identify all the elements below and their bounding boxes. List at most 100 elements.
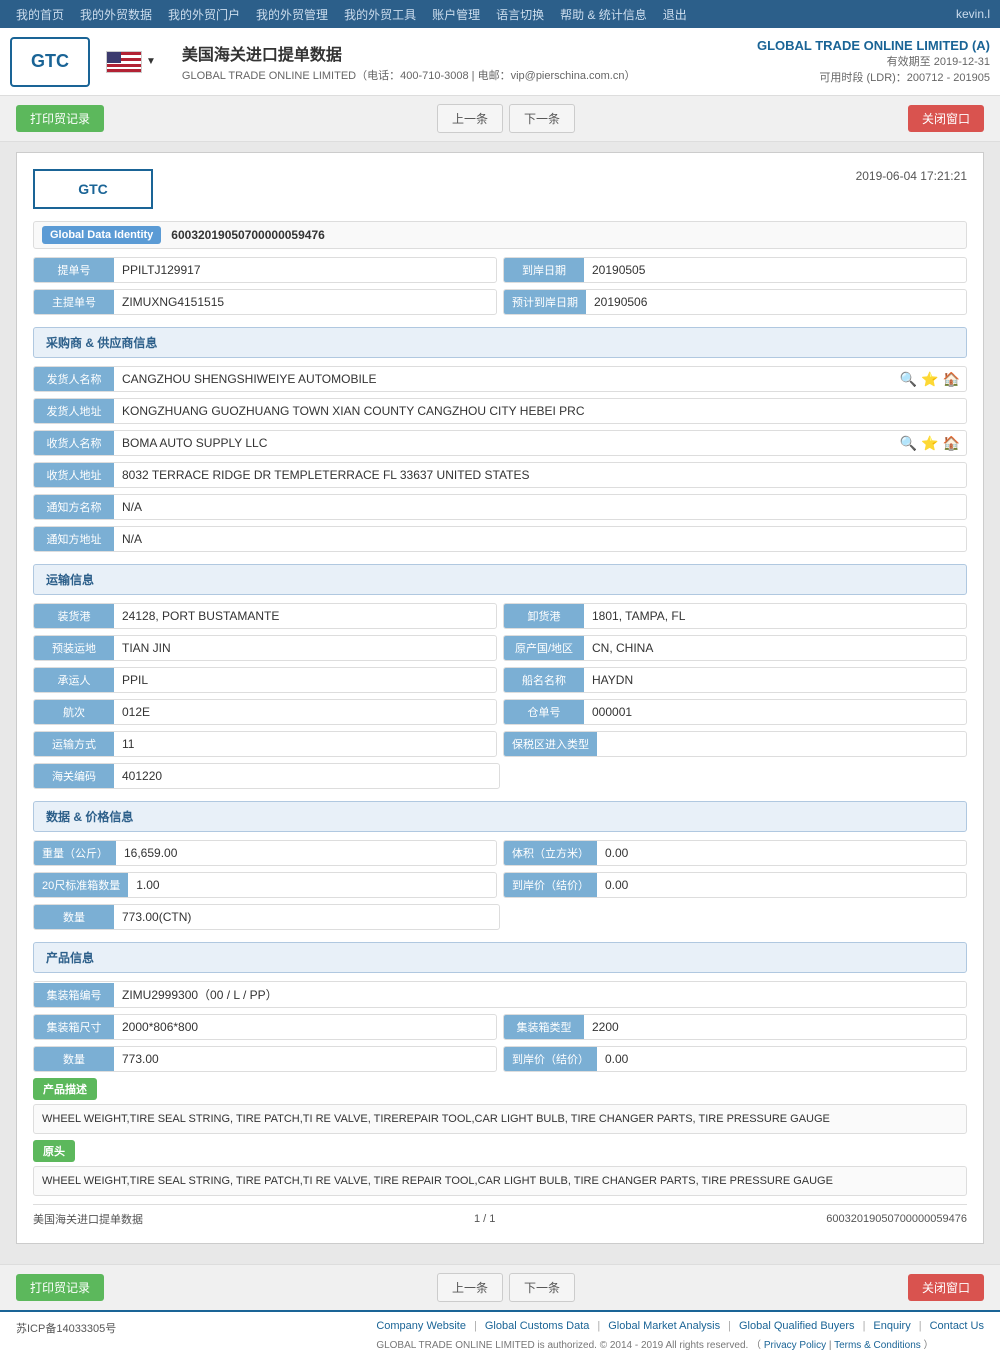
top-close-button[interactable]: 关闭窗口 [908,105,984,132]
us-flag [106,51,142,73]
original-value: WHEEL WEIGHT,TIRE SEAL STRING, TIRE PATC… [33,1166,967,1196]
nav-home[interactable]: 我的首页 [10,6,70,23]
transport-section-header: 运输信息 [33,564,967,595]
container-type-label: 集装箱类型 [504,1015,584,1039]
bottom-next-button[interactable]: 下一条 [509,1273,575,1302]
customs-label: 海关编码 [34,764,114,788]
valid-until: 有效期至 2019-12-31 [757,53,990,69]
privacy-policy-link[interactable]: Privacy Policy [764,1340,826,1351]
consignee-icons: 🔍 ⭐ 🏠 [894,435,966,452]
nav-language[interactable]: 语言切换 [490,6,550,23]
search-icon[interactable]: 🔍 [900,371,917,388]
notify-name-label: 通知方名称 [34,495,114,519]
container-type-value: 2200 [584,1016,966,1038]
footer-link-customs[interactable]: Global Customs Data [485,1320,590,1332]
notify-addr-value: N/A [114,528,966,550]
gdi-label: Global Data Identity [42,226,161,244]
main-content: GTC 2019-06-04 17:21:21 Global Data Iden… [0,142,1000,1264]
nav-trade-data[interactable]: 我的外贸数据 [74,6,158,23]
star-icon-2[interactable]: ⭐ [921,435,938,452]
consignee-name-value: BOMA AUTO SUPPLY LLC [114,432,894,454]
transport-row4: 航次 012E 仓单号 000001 [33,699,967,725]
nav-logout[interactable]: 退出 [657,6,693,23]
site-footer: 苏ICP备14033305号 Company Website | Global … [0,1310,1000,1359]
consignee-name-label: 收货人名称 [34,431,114,455]
footer-link-enquiry[interactable]: Enquiry [873,1320,910,1332]
bonded-field: 保税区进入类型 [503,731,967,757]
notify-addr-label: 通知方地址 [34,527,114,551]
footer-copyright: GLOBAL TRADE ONLINE LIMITED is authorize… [376,1336,984,1351]
prod-arrival-price-label: 到岸价（结价） [504,1047,597,1071]
qty-label: 数量 [34,905,114,929]
gdi-value: 60032019050700000059476 [171,228,325,242]
footer-link-buyers[interactable]: Global Qualified Buyers [739,1320,855,1332]
weight-value: 16,659.00 [116,842,496,864]
nav-help[interactable]: 帮助 & 统计信息 [554,6,653,23]
user-info: kevin.l [956,7,990,21]
nav-management[interactable]: 我的外贸管理 [250,6,334,23]
bottom-prev-button[interactable]: 上一条 [437,1273,503,1302]
shipper-name-value: CANGZHOU SHENGSHIWEIYE AUTOMOBILE [114,368,894,390]
top-next-button[interactable]: 下一条 [509,104,575,133]
container-no-label: 集装箱编号 [34,983,114,1007]
prod-qty-label: 数量 [34,1047,114,1071]
unload-port-field: 卸货港 1801, TAMPA, FL [503,603,967,629]
container20-value: 1.00 [128,874,496,896]
icp-number: 苏ICP备14033305号 [16,1320,116,1336]
gdi-row: Global Data Identity 6003201905070000005… [33,221,967,249]
dp-arrival-price-label: 到岸价（结价） [504,873,597,897]
arrive-date-value: 20190505 [584,259,966,281]
prod-arrival-price-value: 0.00 [597,1048,966,1070]
transport-row3: 承运人 PPIL 船名名称 HAYDN [33,667,967,693]
arrive-date-label: 到岸日期 [504,258,584,282]
nav-portal[interactable]: 我的外贸门户 [162,6,246,23]
origin-field: 原产国/地区 CN, CHINA [503,635,967,661]
container-row2: 集装箱尺寸 2000*806*800 集装箱类型 2200 [33,1014,967,1040]
qty-field: 数量 773.00(CTN) [33,904,500,930]
top-print-button[interactable]: 打印贸记录 [16,105,104,132]
vessel-label: 船名名称 [504,668,584,692]
customs-value: 401220 [114,765,499,787]
search-icon-2[interactable]: 🔍 [900,435,917,452]
nav-tools[interactable]: 我的外贸工具 [338,6,422,23]
data-price-section-header: 数据 & 价格信息 [33,801,967,832]
footer-link-market[interactable]: Global Market Analysis [608,1320,720,1332]
flag-area: ▼ [106,51,156,73]
flag-dropdown-icon[interactable]: ▼ [146,56,156,67]
home-icon[interactable]: 🏠 [943,371,960,388]
original-label-btn: 原头 [33,1140,75,1162]
terms-link[interactable]: Terms & Conditions [834,1340,921,1351]
volume-label: 体积（立方米） [504,841,597,865]
original-header-row: 原头 [33,1140,967,1162]
bottom-print-button[interactable]: 打印贸记录 [16,1274,104,1301]
bill-no-value: PPILTJ129917 [114,259,496,281]
bonded-label: 保税区进入类型 [504,732,597,756]
footer-link-contact[interactable]: Contact Us [930,1320,984,1332]
home-icon-2[interactable]: 🏠 [943,435,960,452]
transport-mode-value: 11 [114,733,496,755]
bonded-value [597,740,966,748]
product-row3: 数量 773.00 到岸价（结价） 0.00 [33,1046,967,1072]
warehouse-field: 仓单号 000001 [503,699,967,725]
bottom-close-button[interactable]: 关闭窗口 [908,1274,984,1301]
top-navigation: 我的首页 我的外贸数据 我的外贸门户 我的外贸管理 我的外贸工具 账户管理 语言… [0,0,1000,28]
carrier-value: PPIL [114,669,496,691]
vessel-field: 船名名称 HAYDN [503,667,967,693]
doc-footer-id: 60032019050700000059476 [826,1213,967,1225]
plan-arrive-field: 预计到岸日期 20190506 [503,289,967,315]
main-bill-value: ZIMUXNG4151515 [114,291,496,313]
origin-label: 原产国/地区 [504,636,584,660]
usage-time: 可用时段 (LDR)：200712 - 201905 [757,69,990,85]
transport-row1: 装货港 24128, PORT BUSTAMANTE 卸货港 1801, TAM… [33,603,967,629]
footer-link-company[interactable]: Company Website [376,1320,466,1332]
doc-header: GTC 2019-06-04 17:21:21 [33,169,967,209]
top-prev-button[interactable]: 上一条 [437,104,503,133]
nav-account[interactable]: 账户管理 [426,6,486,23]
container-size-label: 集装箱尺寸 [34,1015,114,1039]
transport-row5: 运输方式 11 保税区进入类型 [33,731,967,757]
bill-fields-row1: 提单号 PPILTJ129917 到岸日期 20190505 [33,257,967,283]
unload-port-value: 1801, TAMPA, FL [584,605,966,627]
voyage-field: 航次 012E [33,699,497,725]
company-logo: GTC [10,37,90,87]
star-icon[interactable]: ⭐ [921,371,938,388]
